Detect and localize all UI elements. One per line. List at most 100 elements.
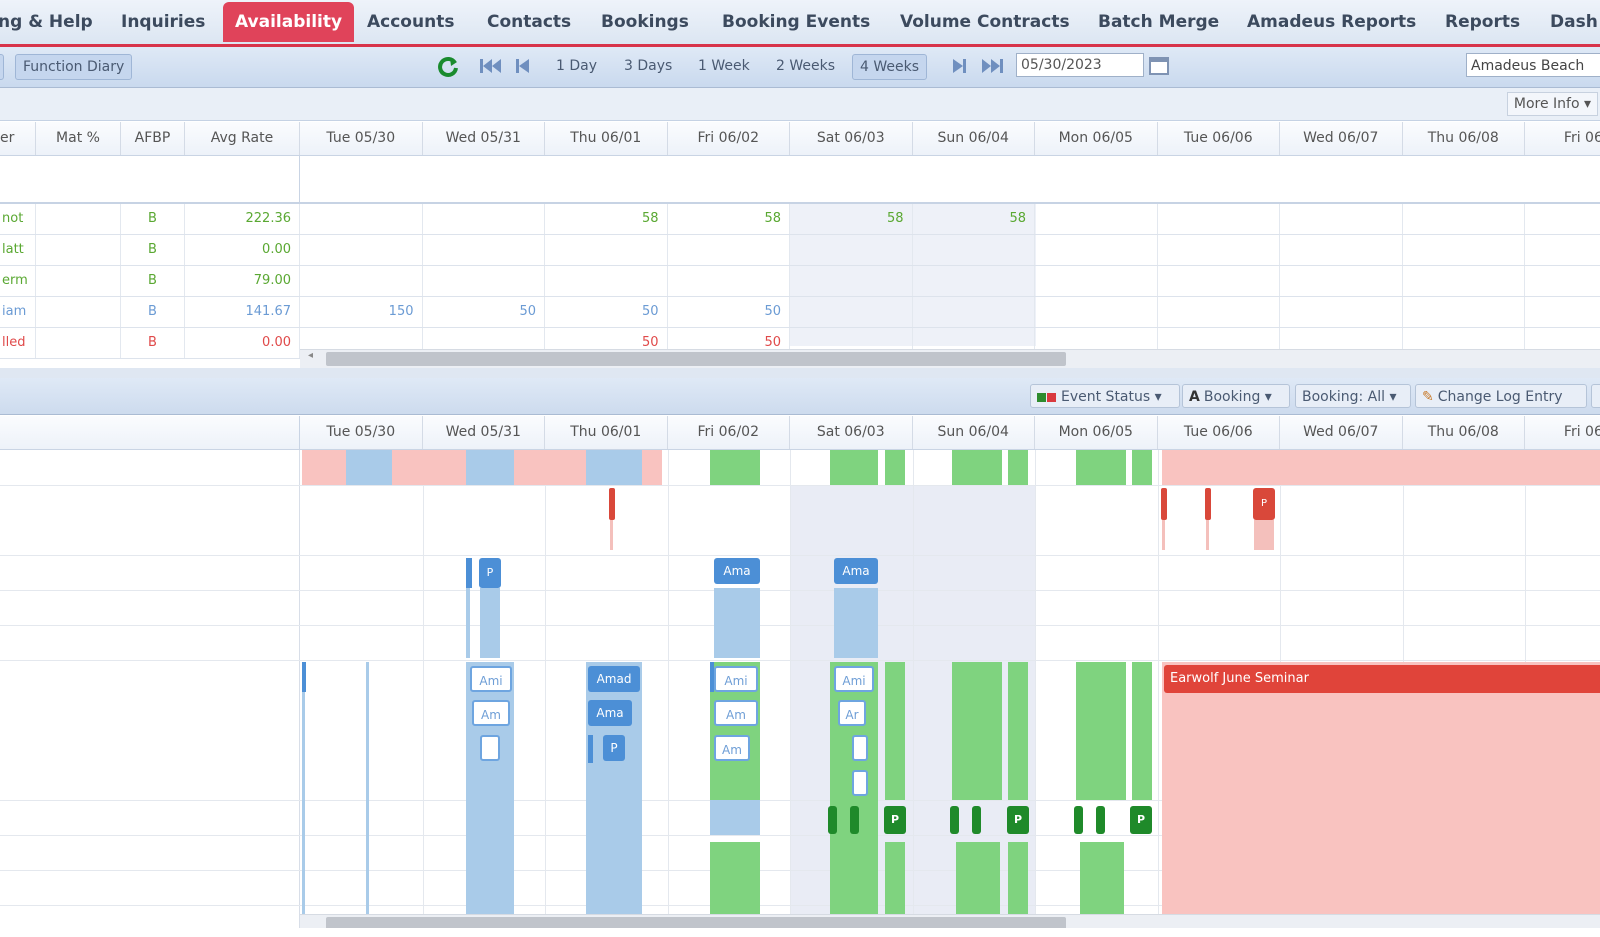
calendar-icon[interactable] (1148, 54, 1170, 78)
diary-tag-ami-fri[interactable]: Ami (714, 666, 758, 692)
col-header-name[interactable]: er (0, 122, 36, 155)
grid-day-header[interactable]: Wed 06/07 (1280, 122, 1403, 155)
range-4-weeks[interactable]: 4 Weeks (852, 54, 928, 80)
row-day-value (423, 235, 545, 265)
tab-booking-events[interactable]: Booking Events (722, 8, 870, 36)
diary-day-header[interactable]: Mon 06/05 (1035, 416, 1158, 449)
event-title-earwolf[interactable]: Earwolf June Seminar (1164, 665, 1600, 693)
diary-tag-ami-wed[interactable]: Ami (470, 666, 512, 692)
diary-hscroll-thumb[interactable] (326, 917, 1066, 928)
refresh-icon[interactable] (436, 54, 460, 78)
diary-tag-am-wed[interactable]: Am (472, 700, 510, 726)
tab-dashboard[interactable]: Dash (1550, 8, 1598, 36)
range-1-week[interactable]: 1 Week (698, 54, 750, 78)
diary-badge-p-mon[interactable]: P (1130, 806, 1152, 834)
booking-dropdown[interactable]: A Booking ▾ (1182, 384, 1290, 408)
grid-day-header[interactable]: Wed 05/31 (423, 122, 545, 155)
grid-day-header[interactable]: Thu 06/01 (545, 122, 668, 155)
step-forward-icon[interactable] (950, 56, 968, 76)
row-avg-rate: 222.36 (185, 204, 300, 234)
tab-inquiries[interactable]: Inquiries (121, 8, 205, 36)
col-header-avg-rate[interactable]: Avg Rate (185, 122, 300, 155)
grid-day-header[interactable]: Sat 06/03 (790, 122, 913, 155)
tab-training-help[interactable]: ng & Help (0, 8, 93, 36)
row-afbp: B (121, 204, 185, 234)
tab-accounts[interactable]: Accounts (367, 8, 454, 36)
range-3-days[interactable]: 3 Days (624, 54, 672, 78)
event-block-earwolf[interactable] (1162, 662, 1600, 928)
grid-day-header[interactable]: Sun 06/04 (913, 122, 1035, 155)
diary-day-header[interactable]: Sat 06/03 (790, 416, 913, 449)
property-select[interactable]: Amadeus Beach (1466, 53, 1600, 77)
diary-day-divider (545, 450, 546, 928)
more-info-dropdown[interactable]: More Info ▾ (1506, 92, 1598, 116)
range-1-day[interactable]: 1 Day (556, 54, 597, 78)
diary-tag-a-fri[interactable]: Am (714, 735, 750, 761)
diary-day-header[interactable]: Tue 06/06 (1158, 416, 1280, 449)
diary-day-header[interactable]: Thu 06/08 (1403, 416, 1525, 449)
table-row[interactable]: latt B 0.00 (0, 235, 1600, 266)
change-log-entry-button[interactable]: ✎ Change Log Entry (1415, 384, 1587, 408)
col-header-mat[interactable]: Mat % (36, 122, 121, 155)
diary-tag-p-thu[interactable]: P (603, 735, 625, 761)
splitter[interactable] (0, 368, 1600, 378)
diary-tag-ar-sat[interactable]: Ar (838, 700, 866, 726)
diary-tag-small-sat-2[interactable] (852, 770, 868, 796)
row-day-value: 58 (913, 204, 1035, 234)
range-2-weeks[interactable]: 2 Weeks (776, 54, 835, 78)
diary-tag-ama-sat[interactable]: Ama (834, 558, 878, 584)
diary-day-header[interactable]: Sun 06/04 (913, 416, 1035, 449)
tab-bookings[interactable]: Bookings (601, 8, 689, 36)
skip-forward-icon[interactable] (980, 56, 1006, 76)
grid-hscroll-thumb[interactable] (326, 352, 1066, 366)
event-toolbar-overflow[interactable] (1591, 384, 1600, 408)
diary-tag-ama-fri[interactable]: Ama (714, 558, 760, 584)
row-day-value (1525, 266, 1600, 296)
grid-day-header[interactable]: Thu 06/08 (1403, 122, 1525, 155)
grid-day-header[interactable]: Tue 06/06 (1158, 122, 1280, 155)
grid-day-header[interactable]: Mon 06/05 (1035, 122, 1158, 155)
row-day-value: 50 (668, 297, 790, 327)
diary-hscrollbar[interactable] (300, 914, 1600, 928)
diary-tag-p-wed[interactable]: P (479, 558, 501, 588)
table-row[interactable]: iam B 141.67 150 50 50 50 (0, 297, 1600, 328)
tab-amadeus-reports[interactable]: Amadeus Reports (1247, 8, 1416, 36)
row-mat (36, 235, 121, 265)
tab-availability[interactable]: Availability (223, 2, 355, 42)
grid-hscrollbar[interactable]: ◂ (300, 349, 1600, 368)
diary-tag-ama-thu[interactable]: Ama (588, 700, 632, 726)
diary-tag-small-sat-1[interactable] (852, 735, 868, 761)
diary-red-marker[interactable]: P (1253, 488, 1275, 520)
grid-day-header[interactable]: Fri 06/ (1525, 122, 1600, 155)
row-day-value (545, 235, 668, 265)
tab-reports[interactable]: Reports (1445, 8, 1520, 36)
event-status-dropdown[interactable]: Event Status ▾ (1030, 384, 1180, 408)
diary-day-header[interactable]: Wed 06/07 (1280, 416, 1403, 449)
diary-day-header[interactable]: Fri 06/ (1525, 416, 1600, 449)
diary-badge-p-sat[interactable]: P (884, 806, 906, 834)
diary-day-header[interactable]: Thu 06/01 (545, 416, 668, 449)
diary-badge-p-sun[interactable]: P (1007, 806, 1029, 834)
tab-volume-contracts[interactable]: Volume Contracts (900, 8, 1070, 36)
grid-day-header[interactable]: Fri 06/02 (668, 122, 790, 155)
tab-batch-merge[interactable]: Batch Merge (1098, 8, 1219, 36)
diary-tag-ami-sat[interactable]: Ami (834, 666, 874, 692)
step-back-icon[interactable] (514, 56, 532, 76)
table-row[interactable]: not B 222.36 58 58 58 58 (0, 204, 1600, 235)
table-row[interactable]: erm B 79.00 (0, 266, 1600, 297)
function-diary-button[interactable]: Function Diary (15, 54, 133, 80)
diary-tag-small-wed[interactable] (480, 735, 500, 761)
diary-day-header[interactable]: Fri 06/02 (668, 416, 790, 449)
col-header-afbp[interactable]: AFBP (121, 122, 185, 155)
diary-tag-amad-thu[interactable]: Amad (588, 666, 640, 692)
toolbar-left-button[interactable] (0, 54, 4, 80)
grid-day-header[interactable]: Tue 05/30 (300, 122, 423, 155)
booking-filter-dropdown[interactable]: Booking: All ▾ (1295, 384, 1411, 408)
diary-tag-am-fri[interactable]: Am (714, 700, 758, 726)
date-input[interactable] (1016, 53, 1144, 77)
diary-day-header[interactable]: Tue 05/30 (300, 416, 423, 449)
diary-day-header[interactable]: Wed 05/31 (423, 416, 545, 449)
skip-back-icon[interactable] (478, 56, 502, 76)
scroll-left-icon[interactable]: ◂ (308, 350, 313, 361)
tab-contacts[interactable]: Contacts (487, 8, 571, 36)
